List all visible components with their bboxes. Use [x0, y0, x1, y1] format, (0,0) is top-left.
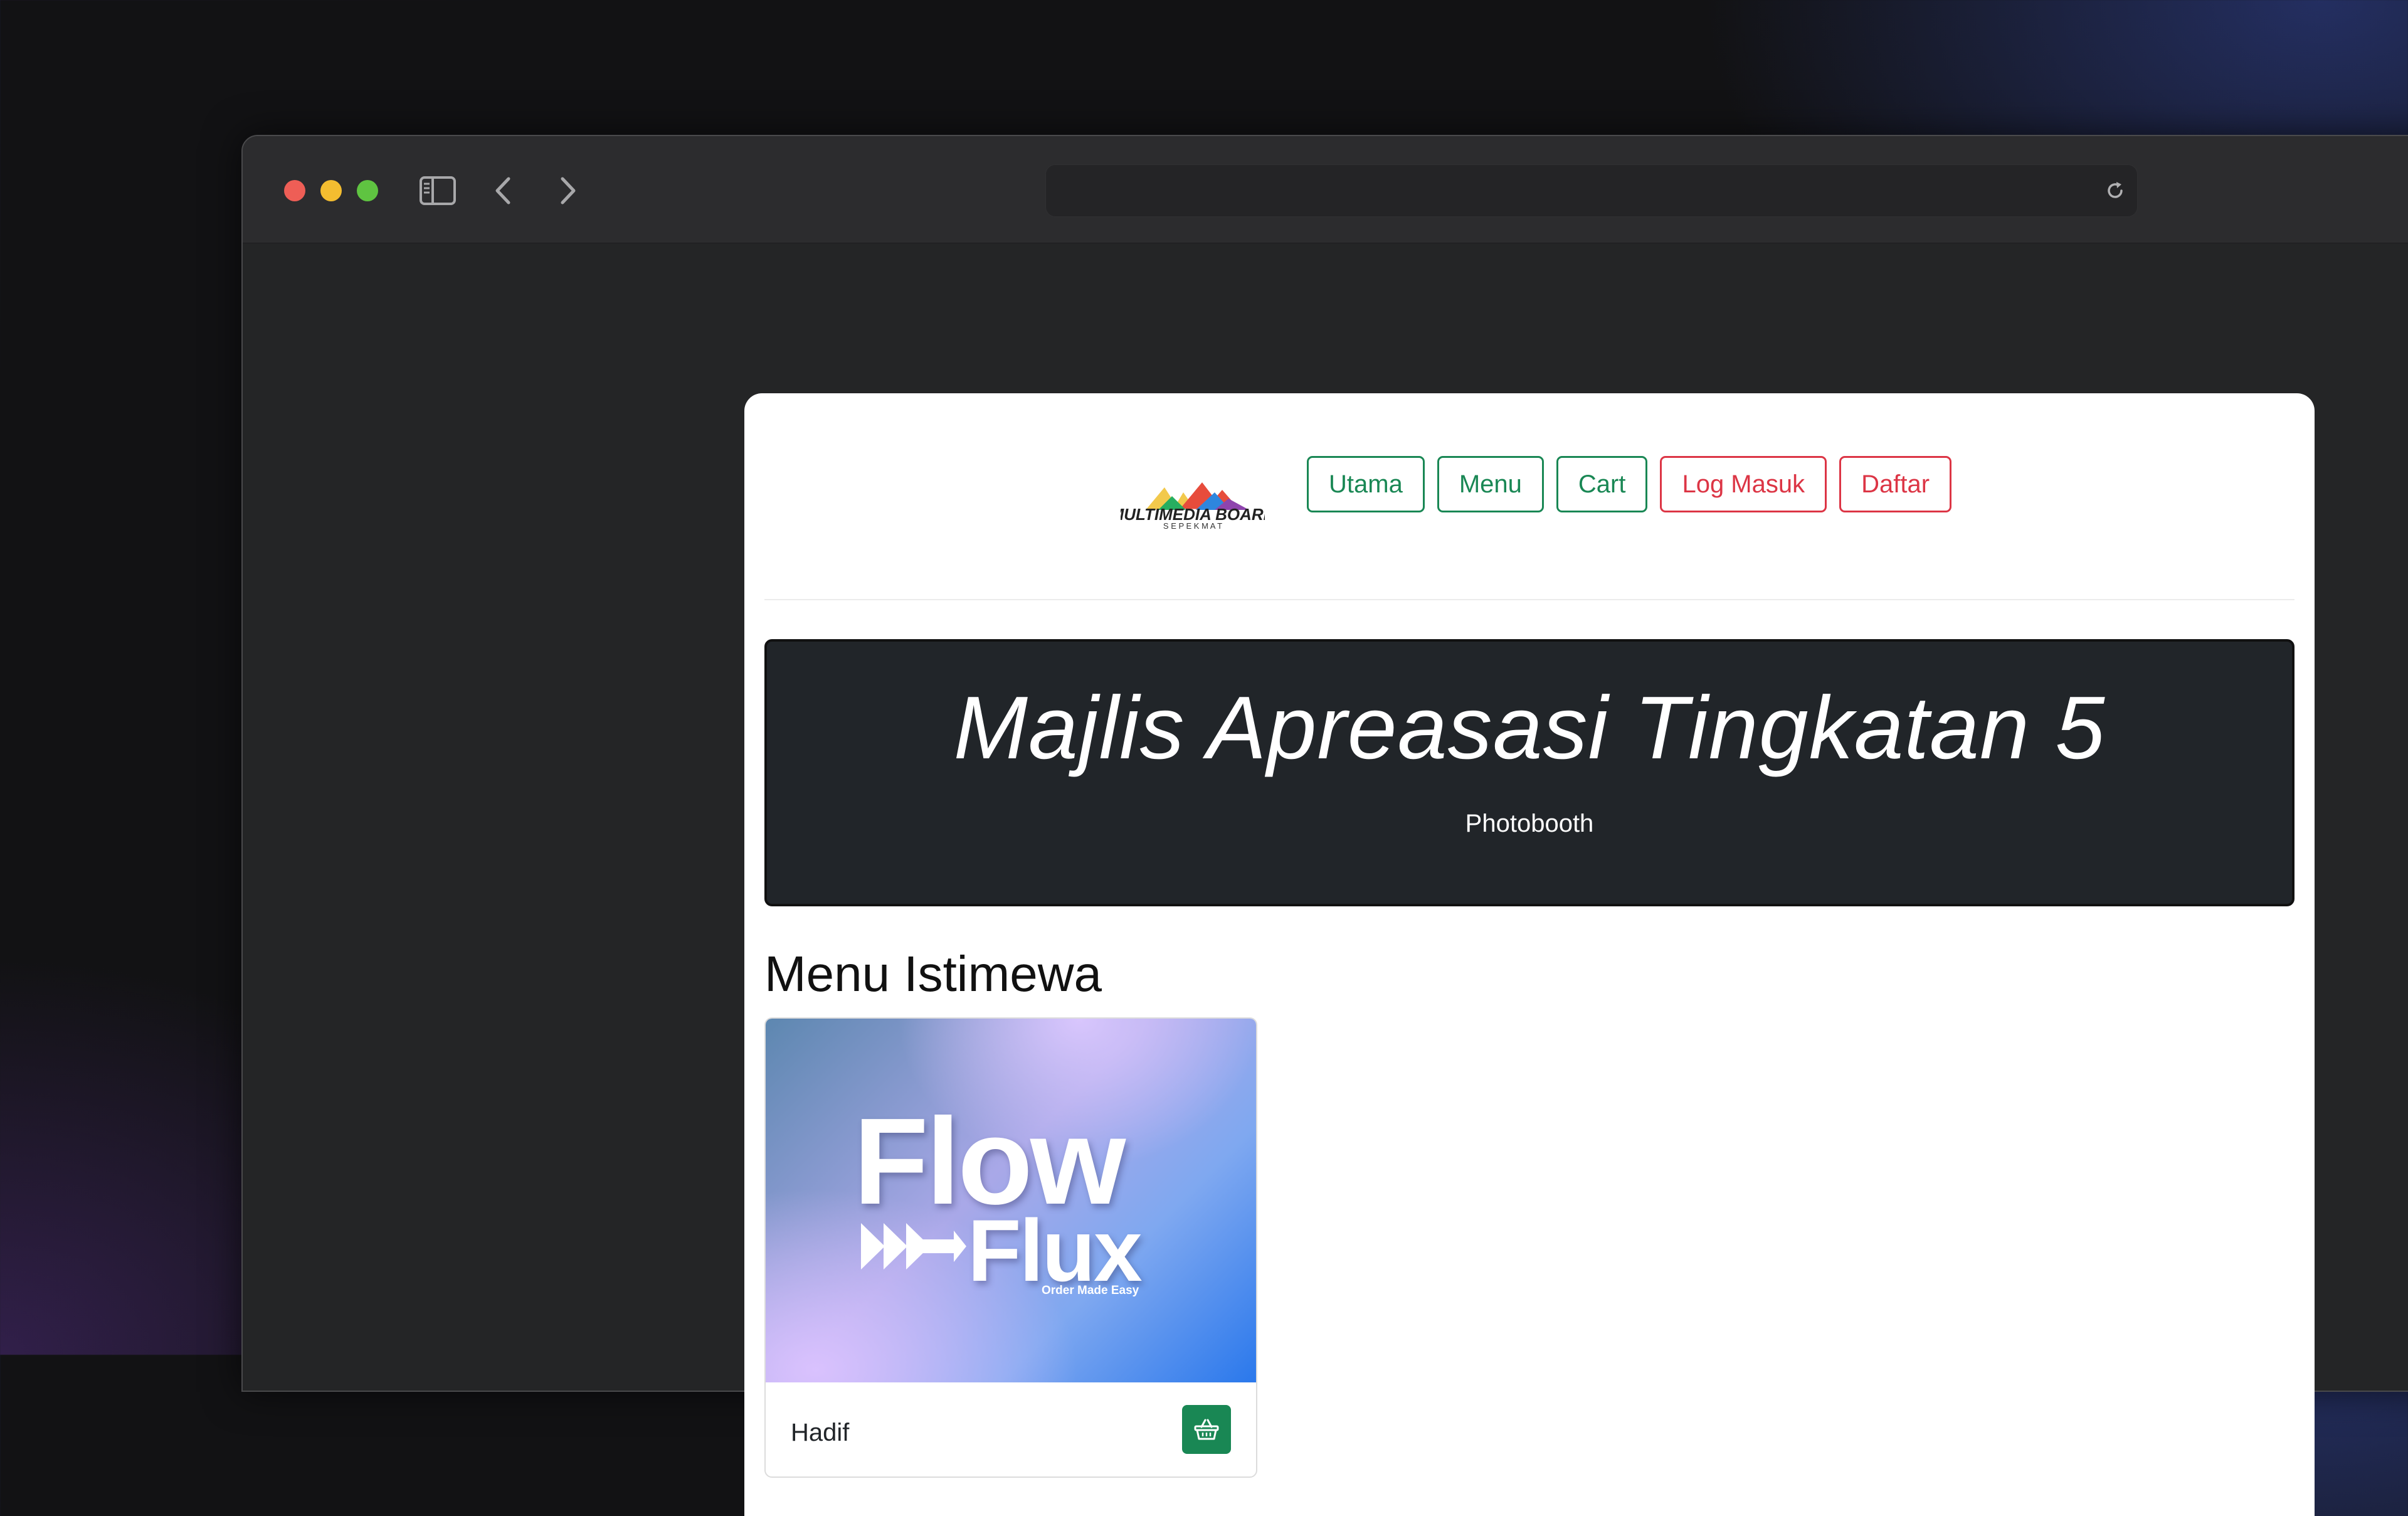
card-item-name: Hadif	[791, 1419, 850, 1446]
hero-banner: Majlis Apreasasi Tingkatan 5 Photobooth	[764, 639, 2294, 906]
shopping-basket-icon	[1194, 1419, 1219, 1440]
reload-icon[interactable]	[2103, 179, 2127, 203]
hero-subtitle: Photobooth	[1465, 810, 1594, 837]
maximize-window-button[interactable]	[357, 180, 378, 201]
address-bar[interactable]	[1045, 164, 2138, 217]
brand-flux-text: Flux	[968, 1201, 1143, 1300]
site-navbar: MULTIMEDIA BOARD S E P E K M A T Utama M…	[744, 393, 2315, 600]
fast-forward-arrows-icon	[860, 1218, 966, 1275]
browser-window: MULTIMEDIA BOARD S E P E K M A T Utama M…	[241, 135, 2408, 1516]
sidebar-icon[interactable]	[418, 172, 457, 209]
web-page: MULTIMEDIA BOARD S E P E K M A T Utama M…	[744, 393, 2315, 1516]
close-window-button[interactable]	[284, 180, 305, 201]
section-title: Menu Istimewa	[764, 946, 1102, 1002]
nav-menu-button[interactable]: Menu	[1437, 456, 1544, 512]
multimedia-board-logo[interactable]: MULTIMEDIA BOARD S E P E K M A T	[1111, 474, 1275, 531]
card-image[interactable]: Flow Flux Order Made Easy	[766, 1019, 1256, 1382]
hero-title: Majlis Apreasasi Tingkatan 5	[953, 678, 2106, 778]
menu-card: Flow Flux Order Made Easy Hadif	[764, 1017, 1257, 1478]
nav-utama-button[interactable]: Utama	[1307, 456, 1425, 512]
logo-subtext: S E P E K M A T	[1163, 521, 1222, 530]
brand-tagline: Order Made Easy	[1042, 1284, 1139, 1297]
navbar-divider	[764, 599, 2294, 600]
nav-register-button[interactable]: Daftar	[1839, 456, 1952, 512]
nav-cart-button[interactable]: Cart	[1556, 456, 1648, 512]
browser-toolbar	[243, 136, 2408, 243]
card-body: Hadif	[766, 1382, 1256, 1476]
nav-login-button[interactable]: Log Masuk	[1660, 456, 1827, 512]
back-arrow-icon[interactable]	[487, 172, 519, 209]
add-to-cart-button[interactable]	[1182, 1405, 1231, 1454]
forward-arrow-icon[interactable]	[552, 172, 584, 209]
nav-buttons: Utama Menu Cart Log Masuk Daftar	[1307, 456, 1952, 512]
minimize-window-button[interactable]	[320, 180, 342, 201]
